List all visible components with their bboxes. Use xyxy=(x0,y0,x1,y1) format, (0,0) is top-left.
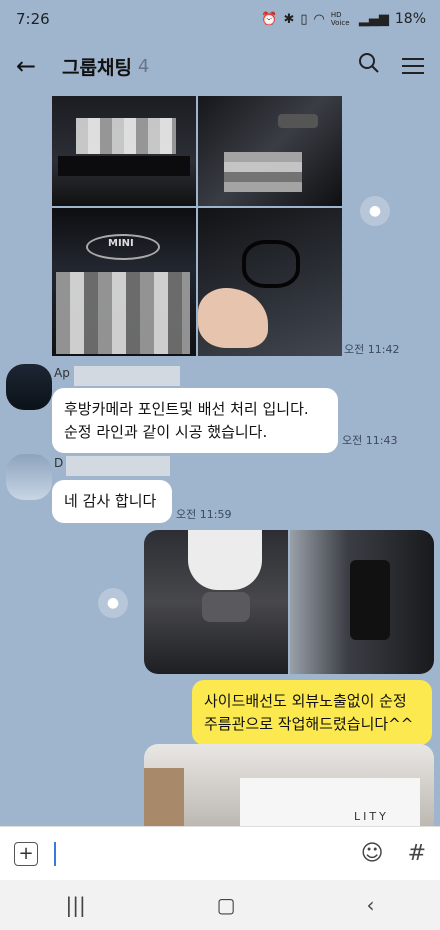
hashtag-icon[interactable]: # xyxy=(408,841,426,866)
chat-header: ← 그룹채팅 4 xyxy=(0,38,440,94)
timestamp-3: 오전 11:59 xyxy=(176,508,232,521)
avatar-sender-1[interactable] xyxy=(6,364,52,410)
message-input-bar: + ☺ # xyxy=(0,826,440,880)
back-icon[interactable]: ‹ xyxy=(367,893,375,917)
message-bubble-2[interactable]: 네 감사 합니다 xyxy=(52,480,172,523)
status-icons: ⏰ ✱ ▯ ◠ HD Voice ▂▄▆ 18% xyxy=(261,11,426,27)
back-arrow-icon[interactable]: ← xyxy=(16,52,46,80)
photo-text-lity: LITY xyxy=(354,810,389,823)
timestamp-2: 오전 11:43 xyxy=(342,434,398,447)
share-icon[interactable]: ● xyxy=(360,196,390,226)
home-icon[interactable]: ▢ xyxy=(217,893,236,917)
share-icon[interactable]: ● xyxy=(98,588,128,618)
photo-wiring-gear[interactable] xyxy=(144,530,288,674)
status-time: 7:26 xyxy=(16,10,50,28)
signal-icon: ▂▄▆ xyxy=(358,11,389,27)
avatar-sender-2[interactable] xyxy=(6,454,52,500)
redacted-name-1 xyxy=(74,366,180,386)
recent-apps-icon[interactable]: ||| xyxy=(65,893,85,917)
photo-door-hinge[interactable] xyxy=(290,530,434,674)
photo-rear-plate[interactable] xyxy=(52,96,196,206)
member-count: 4 xyxy=(137,55,150,77)
wifi-icon: ◠ xyxy=(313,11,325,27)
photo-shop-interior[interactable]: LITY xyxy=(144,744,434,826)
redacted-name-2 xyxy=(66,456,170,476)
battery-text: 18% xyxy=(394,11,426,27)
system-nav-bar: ||| ▢ ‹ xyxy=(0,880,440,930)
bluetooth-icon: ✱ xyxy=(283,11,295,27)
status-bar: 7:26 ⏰ ✱ ▯ ◠ HD Voice ▂▄▆ 18% xyxy=(0,0,440,38)
message-bubble-3[interactable]: 사이드배선도 외뷰노출없이 순정 주름관으로 작업해드렸습니다^^ xyxy=(192,680,432,745)
alarm-icon: ⏰ xyxy=(261,11,278,27)
chat-title: 그룹채팅 xyxy=(62,56,132,79)
vibrate-icon: ▯ xyxy=(300,11,308,27)
timestamp-1: 오전 11:42 xyxy=(344,343,400,356)
message-input[interactable] xyxy=(54,841,56,866)
message-bubble-1[interactable]: 후방카메라 포인트및 배선 처리 입니다. 순정 라인과 같이 시공 했습니다. xyxy=(52,388,338,453)
hd-voice-label: HD Voice xyxy=(330,11,350,27)
emoji-icon[interactable]: ☺ xyxy=(361,841,384,866)
sender-name-1: Ap xyxy=(54,366,70,380)
photo-camera-mount[interactable] xyxy=(198,96,342,206)
menu-icon[interactable] xyxy=(402,58,424,74)
plus-icon[interactable]: + xyxy=(14,841,38,866)
photo-hand-cable[interactable] xyxy=(198,208,342,356)
search-icon[interactable] xyxy=(358,52,380,80)
photo-mini-badge[interactable]: MINI xyxy=(52,208,196,356)
sender-name-2: D xyxy=(54,456,64,470)
photo-text-mini: MINI xyxy=(108,238,134,249)
